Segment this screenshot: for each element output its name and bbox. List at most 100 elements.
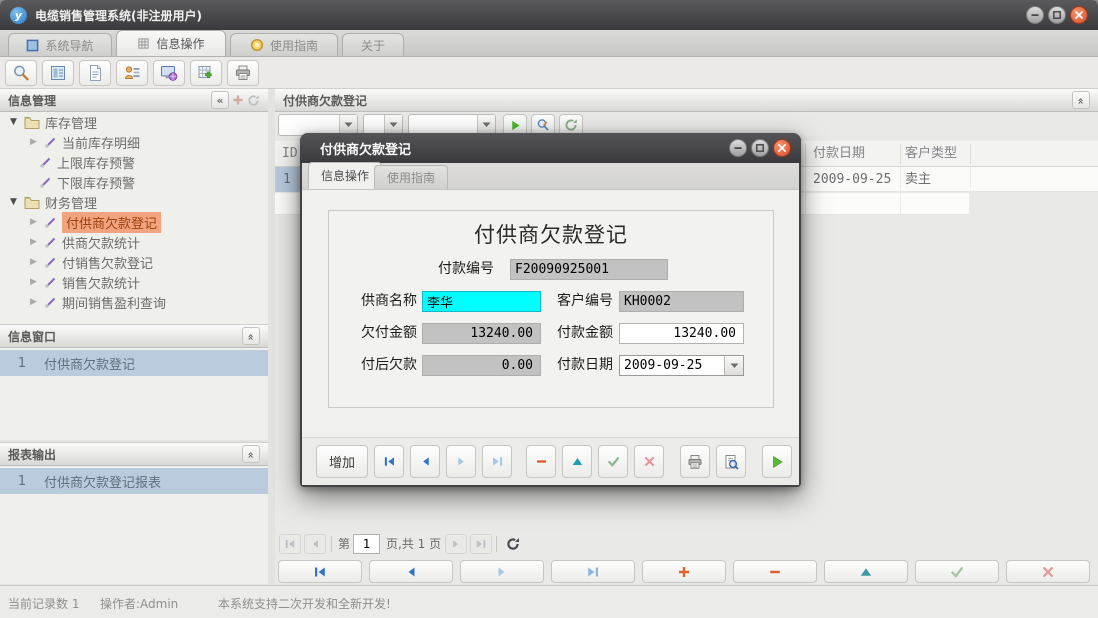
dialog-close-button[interactable] <box>773 139 791 157</box>
dropdown-button[interactable] <box>724 356 743 375</box>
dialog-window: 付供商欠款登记 信息操作 使用指南 付供商欠款登记 <box>300 133 801 487</box>
caret-down-icon: ▼ <box>8 117 19 127</box>
col-header-customer-type[interactable]: 客户类型 <box>905 141 957 167</box>
nav-next-button[interactable] <box>460 560 544 583</box>
nav-cancel-button[interactable] <box>1006 560 1090 583</box>
col-header-id[interactable]: ID <box>282 141 298 167</box>
monitor-globe-button[interactable] <box>153 60 185 86</box>
tree-item-sales-stats[interactable]: ▶ 销售欠款统计 <box>0 272 268 292</box>
chevron-down-icon <box>344 122 353 128</box>
tree-item-lower-warning[interactable]: 下限库存预警 <box>0 172 268 192</box>
collapse-left-button[interactable]: « <box>211 91 229 109</box>
chevron-down-icon <box>389 122 398 128</box>
execute-button[interactable] <box>762 445 792 478</box>
document-button[interactable] <box>79 60 111 86</box>
nav-edit-button[interactable] <box>824 560 908 583</box>
dialog-maximize-button[interactable] <box>751 139 769 157</box>
caret-down-icon: ▼ <box>8 197 19 207</box>
close-button[interactable] <box>1070 6 1088 24</box>
minus-icon <box>535 455 548 468</box>
add-record-button[interactable]: 增加 <box>316 445 368 478</box>
minimize-button[interactable] <box>1026 6 1044 24</box>
record-edit-button[interactable] <box>562 445 592 478</box>
collapse-up-button[interactable]: « <box>242 445 260 463</box>
dropdown-button[interactable] <box>339 115 357 135</box>
main-toolbar <box>0 57 1098 89</box>
tree-item-finance[interactable]: ▼ 财务管理 <box>0 192 268 212</box>
nav-prev-button[interactable] <box>369 560 453 583</box>
refresh-icon <box>506 537 520 551</box>
page-input[interactable] <box>353 534 380 554</box>
record-delete-button[interactable] <box>526 445 556 478</box>
record-cancel-button[interactable] <box>634 445 664 478</box>
maximize-button[interactable] <box>1048 6 1066 24</box>
tab-system-nav[interactable]: 系统导航 <box>8 33 112 56</box>
tree-panel: ▼ 库存管理 ▶ 当前库存明细 上限库存预警 下限库存预警 ▼ 财务管理 ▶ 付… <box>0 112 268 324</box>
tree-item-upper-warning[interactable]: 上限库存预警 <box>0 152 268 172</box>
printer-button[interactable] <box>227 60 259 86</box>
nav-add-button[interactable] <box>642 560 726 583</box>
selected-tree-label: 付供商欠款登记 <box>62 212 161 233</box>
first-page-button[interactable] <box>279 534 301 554</box>
tree-item-current-stock[interactable]: ▶ 当前库存明细 <box>0 132 268 152</box>
user-report-button[interactable] <box>116 60 148 86</box>
dialog-tab-info-ops[interactable]: 信息操作 <box>308 162 382 189</box>
nav-first-button[interactable] <box>278 560 362 583</box>
search-icon <box>12 64 30 82</box>
grid-refresh-button[interactable] <box>502 534 524 554</box>
list-item-index: 1 <box>0 356 44 371</box>
table-add-button[interactable] <box>190 60 222 86</box>
status-message: 本系统支持二次开发和全新开发! <box>218 595 391 612</box>
tree-item-supplier-pay[interactable]: ▶ 付供商欠款登记 <box>0 212 268 232</box>
search-button[interactable] <box>5 60 37 86</box>
report-output-title: 报表输出 <box>8 446 56 463</box>
info-window-list-item[interactable]: 1 付供商欠款登记 <box>0 350 268 376</box>
pay-no-field: F20090925001 <box>510 259 668 280</box>
prev-icon <box>404 565 418 579</box>
collapse-up-button[interactable]: « <box>1072 91 1090 109</box>
tree-item-sales-pay[interactable]: ▶ 付销售欠款登记 <box>0 252 268 272</box>
tree-item-inventory[interactable]: ▼ 库存管理 <box>0 112 268 132</box>
tool-icon <box>44 256 57 269</box>
record-last-button[interactable] <box>482 445 512 478</box>
record-prev-button[interactable] <box>410 445 440 478</box>
tab-info-ops[interactable]: 信息操作 <box>116 30 226 56</box>
form-button[interactable] <box>42 60 74 86</box>
dropdown-button[interactable] <box>384 115 402 135</box>
print-button[interactable] <box>680 445 710 478</box>
record-next-button[interactable] <box>446 445 476 478</box>
collapse-up-button[interactable]: « <box>242 327 260 345</box>
dialog-tab-guide[interactable]: 使用指南 <box>374 165 448 189</box>
last-page-button[interactable] <box>470 534 492 554</box>
info-window-title: 信息窗口 <box>8 328 56 345</box>
tree-item-profit-query[interactable]: ▶ 期间销售盈利查询 <box>0 292 268 312</box>
next-page-button[interactable] <box>445 534 467 554</box>
col-header-pay-date[interactable]: 付款日期 <box>813 141 865 167</box>
status-operator: 操作者:Admin <box>100 595 178 612</box>
status-bar: 当前记录数 1 操作者:Admin 本系统支持二次开发和全新开发! <box>0 585 1098 618</box>
tree-item-supplier-stats[interactable]: ▶ 供商欠款统计 <box>0 232 268 252</box>
pay-date-combo[interactable]: 2009-09-25 <box>619 355 744 376</box>
pay-amount-input[interactable] <box>619 323 744 344</box>
record-confirm-button[interactable] <box>598 445 628 478</box>
app-window: y 电缆销售管理系统(非注册用户) 系统导航 信息操作 使用指南 <box>0 0 1098 618</box>
form-icon <box>49 64 67 82</box>
dialog-minimize-button[interactable] <box>729 139 747 157</box>
nav-confirm-button[interactable] <box>915 560 999 583</box>
print-preview-button[interactable] <box>716 445 746 478</box>
tab-user-guide[interactable]: 使用指南 <box>230 33 338 56</box>
report-output-list-item[interactable]: 1 付供商欠款登记报表 <box>0 468 268 494</box>
triangle-up-icon <box>859 565 873 579</box>
tab-about[interactable]: 关于 <box>342 33 404 56</box>
last-icon <box>491 455 504 468</box>
table-add-icon <box>197 64 215 82</box>
customer-no-label: 客户编号 <box>525 291 613 312</box>
nav-last-button[interactable] <box>551 560 635 583</box>
record-first-button[interactable] <box>374 445 404 478</box>
dropdown-button[interactable] <box>477 115 495 135</box>
caret-right-icon: ▶ <box>28 217 39 227</box>
prev-page-button[interactable] <box>304 534 326 554</box>
supplier-input[interactable] <box>422 291 541 312</box>
last-page-icon <box>475 538 487 550</box>
nav-delete-button[interactable] <box>733 560 817 583</box>
